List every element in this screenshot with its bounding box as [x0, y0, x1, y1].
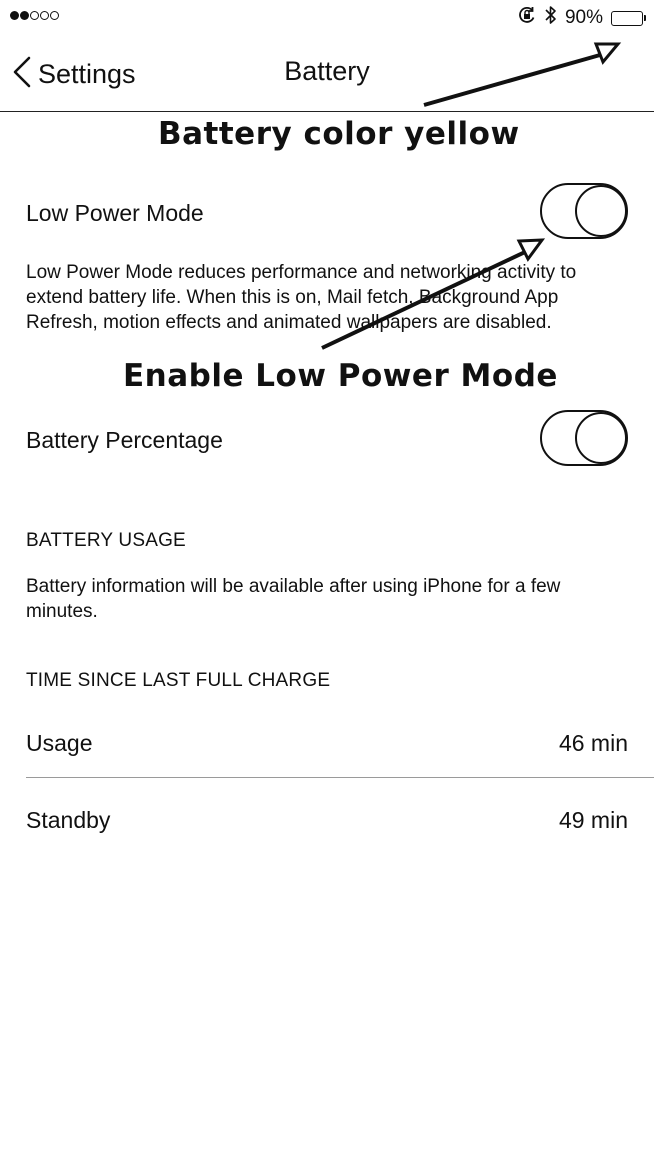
- annotation-battery-color: Battery color yellow: [158, 116, 520, 152]
- battery-usage-header: BATTERY USAGE: [26, 530, 186, 551]
- row-divider: [26, 777, 654, 778]
- battery-percentage-label: Battery Percentage: [26, 427, 223, 453]
- standby-value: 49 min: [558, 807, 628, 833]
- annotation-arrowhead-toggle: [516, 238, 546, 262]
- annotation-arrowhead-battery: [593, 42, 622, 65]
- time-since-charge-header: TIME SINCE LAST FULL CHARGE: [26, 670, 331, 691]
- low-power-mode-toggle[interactable]: [540, 183, 628, 239]
- toggle-knob: [575, 412, 627, 464]
- low-power-mode-label: Low Power Mode: [26, 200, 204, 226]
- standby-label: Standby: [26, 807, 111, 833]
- annotation-arrow-battery: [423, 53, 601, 107]
- toggle-knob: [575, 185, 627, 237]
- battery-usage-message: Battery information will be available af…: [26, 576, 561, 622]
- low-power-mode-description: Low Power Mode reduces performance and n…: [26, 262, 577, 333]
- annotation-enable-low-power: Enable Low Power Mode: [123, 358, 558, 394]
- battery-percentage-toggle[interactable]: [540, 410, 628, 466]
- usage-label: Usage: [26, 730, 93, 756]
- usage-value: 46 min: [558, 730, 628, 756]
